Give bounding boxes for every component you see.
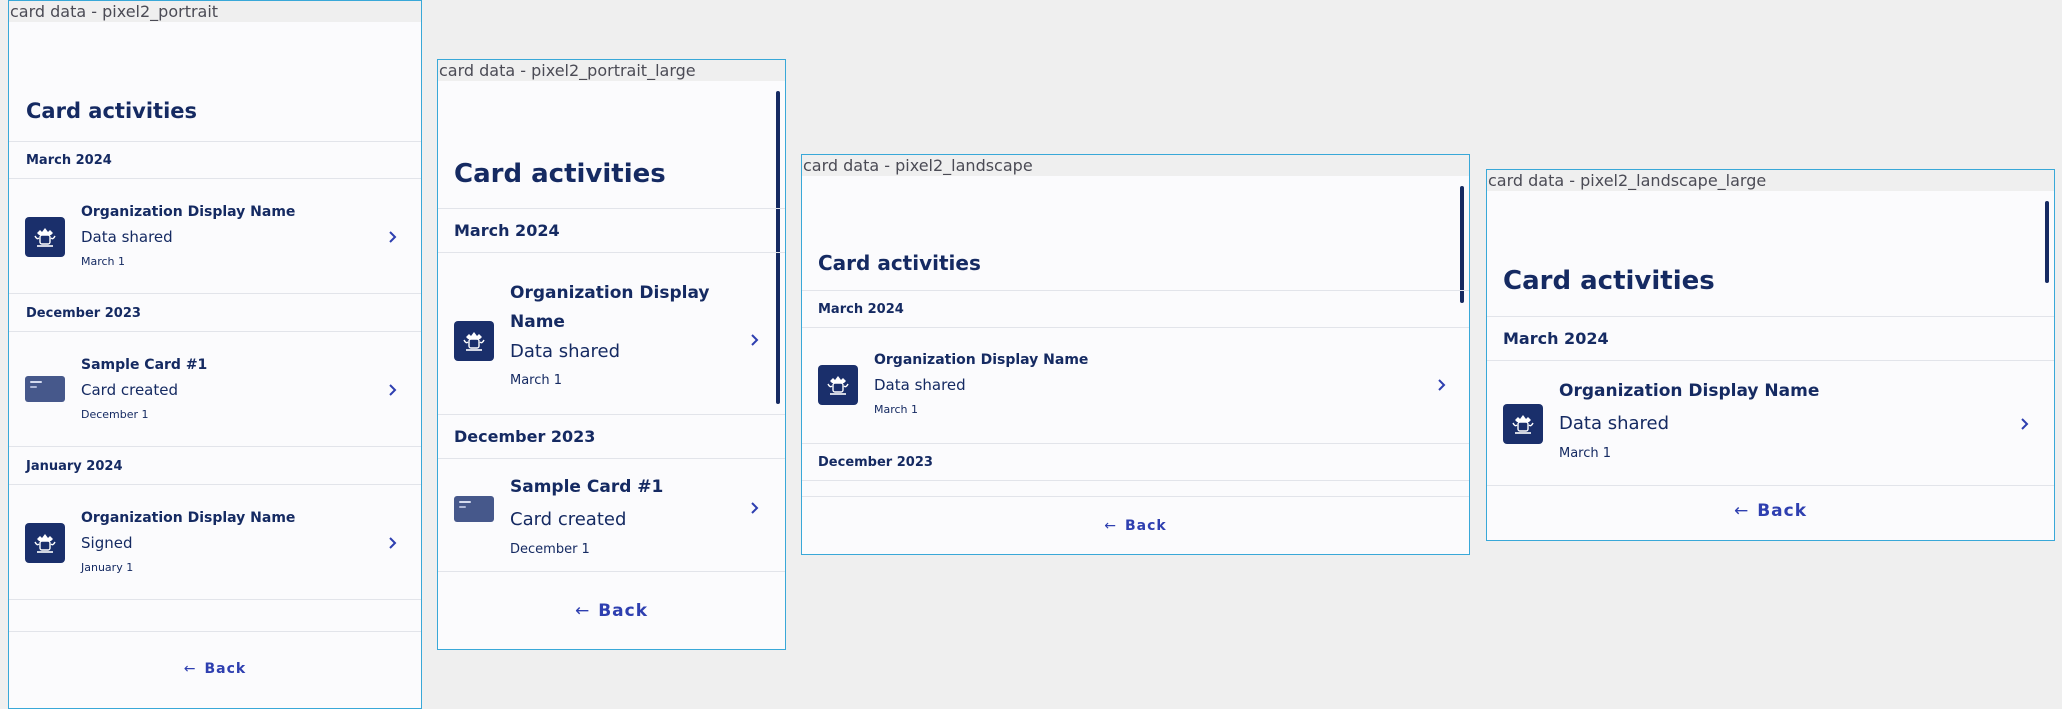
scrollbar[interactable] <box>2045 201 2049 283</box>
activities-screen: Card activities March 2024 Organization … <box>1487 193 2054 540</box>
frame-label: card data - pixel2_landscape <box>802 155 1469 176</box>
organization-crest-icon <box>818 365 858 405</box>
month-header: March 2024 <box>818 302 904 317</box>
frame-label: card data - pixel2_portrait_large <box>438 60 785 81</box>
divider <box>802 496 1469 497</box>
organization-crest-icon <box>25 523 65 563</box>
page-title: Card activities <box>818 251 981 275</box>
page-title: Card activities <box>1503 266 1715 296</box>
card-thumbnail-icon <box>454 496 494 522</box>
arrow-left-icon: ← <box>183 661 197 677</box>
frame-label: card data - pixel2_landscape_large <box>1487 170 2054 191</box>
chevron-right-icon <box>751 334 759 346</box>
month-header: December 2023 <box>454 427 596 446</box>
activity-title: Organization Display Name <box>81 204 296 220</box>
frame-label: card data - pixel2_portrait <box>9 1 421 22</box>
activity-row[interactable]: Organization Display Name Data shared Ma… <box>9 179 421 293</box>
activities-screen: Card activities March 2024 Organization … <box>802 178 1469 554</box>
frame-pixel2-portrait-large: card data - pixel2_portrait_large Card a… <box>437 59 786 650</box>
activity-date: March 1 <box>510 373 563 388</box>
activity-title: Organization Display Name <box>81 510 296 526</box>
back-label: Back <box>598 601 649 621</box>
activity-subtitle: Card created <box>510 509 627 530</box>
activity-row[interactable]: Organization Display Name Data shared Ma… <box>802 328 1469 443</box>
divider <box>9 293 421 294</box>
activity-title: Sample Card #1 <box>81 357 208 373</box>
month-header: December 2023 <box>26 306 141 321</box>
frame-pixel2-landscape-large: card data - pixel2_landscape_large Card … <box>1486 169 2055 541</box>
chevron-right-icon <box>751 502 759 514</box>
divider <box>802 480 1469 481</box>
activity-subtitle: Data shared <box>510 341 621 362</box>
page-title: Card activities <box>454 159 666 189</box>
divider <box>1487 316 2054 317</box>
month-header: March 2024 <box>1503 329 1609 348</box>
back-button[interactable]: ← Back <box>438 601 785 621</box>
activity-subtitle: Data shared <box>1559 413 1670 434</box>
back-button[interactable]: ← Back <box>1487 501 2054 521</box>
activity-subtitle: Card created <box>81 381 178 399</box>
activity-date: January 1 <box>81 561 134 574</box>
activity-row[interactable]: Sample Card #1 Card created December 1 <box>9 332 421 446</box>
month-header: December 2023 <box>818 455 933 470</box>
activity-date: March 1 <box>874 403 919 416</box>
activity-title: Organization Display Name <box>1559 381 1820 401</box>
chevron-right-icon <box>2021 418 2029 430</box>
scrollbar[interactable] <box>1460 186 1464 303</box>
back-label: Back <box>204 661 247 677</box>
activity-date: December 1 <box>81 408 149 421</box>
arrow-left-icon: ← <box>574 601 591 621</box>
activity-title: Sample Card #1 <box>510 477 664 497</box>
back-button[interactable]: ← Back <box>802 518 1469 534</box>
activity-title: Organization Display Name <box>510 283 710 332</box>
chevron-right-icon <box>389 384 397 396</box>
divider <box>438 208 785 209</box>
divider <box>9 141 421 142</box>
activity-row[interactable]: Organization Display Name Data shared Ma… <box>1487 361 2054 485</box>
divider <box>438 571 785 572</box>
back-label: Back <box>1757 501 1808 521</box>
divider <box>802 290 1469 291</box>
activity-date: March 1 <box>1559 446 1612 461</box>
activities-screen: Card activities March 2024 Organization … <box>9 25 421 708</box>
activity-row[interactable]: Sample Card #1 Card created December 1 <box>438 459 785 571</box>
activity-subtitle: Data shared <box>874 376 966 394</box>
activity-subtitle: Data shared <box>81 228 173 246</box>
divider <box>9 599 421 600</box>
activities-screen: Card activities March 2024 Organization … <box>438 83 785 649</box>
arrow-left-icon: ← <box>1104 518 1117 534</box>
chevron-right-icon <box>389 231 397 243</box>
arrow-left-icon: ← <box>1733 501 1750 521</box>
back-button[interactable]: ← Back <box>9 661 421 677</box>
divider <box>9 631 421 632</box>
divider <box>9 446 421 447</box>
activity-date: March 1 <box>81 255 126 268</box>
frame-pixel2-landscape: card data - pixel2_landscape Card activi… <box>801 154 1470 555</box>
month-header: January 2024 <box>26 459 123 474</box>
month-header: March 2024 <box>454 221 560 240</box>
divider <box>1487 485 2054 486</box>
month-header: March 2024 <box>26 153 112 168</box>
organization-crest-icon <box>454 321 494 361</box>
organization-crest-icon <box>1503 404 1543 444</box>
divider <box>802 443 1469 444</box>
activity-row[interactable]: Organization Display Name Data shared Ma… <box>438 253 785 414</box>
chevron-right-icon <box>1438 379 1446 391</box>
activity-date: December 1 <box>510 542 590 557</box>
card-thumbnail-icon <box>25 376 65 402</box>
divider <box>438 414 785 415</box>
activity-subtitle: Signed <box>81 534 133 552</box>
page-title: Card activities <box>26 99 198 123</box>
chevron-right-icon <box>389 537 397 549</box>
frame-pixel2-portrait: card data - pixel2_portrait Card activit… <box>8 0 422 709</box>
activity-row[interactable]: Organization Display Name Signed January… <box>9 485 421 599</box>
back-label: Back <box>1125 518 1167 534</box>
organization-crest-icon <box>25 217 65 257</box>
activity-title: Organization Display Name <box>874 352 1089 368</box>
